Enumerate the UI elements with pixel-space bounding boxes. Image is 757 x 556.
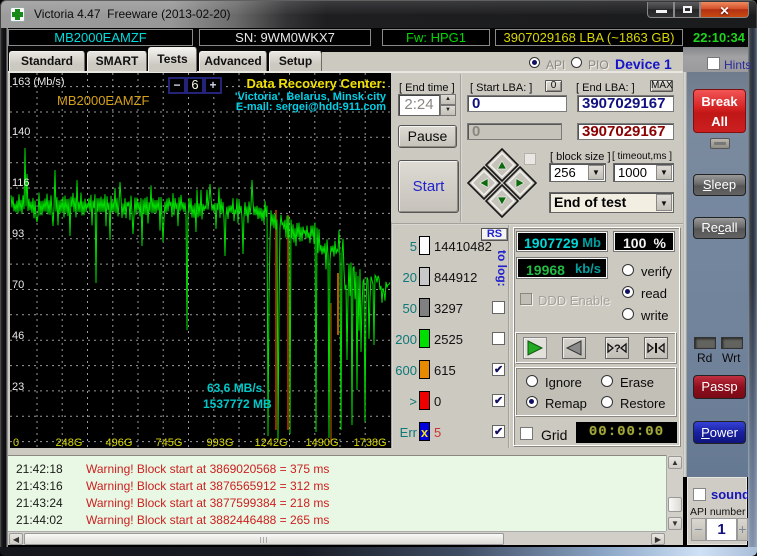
svg-text:23: 23 — [12, 381, 24, 393]
svg-text:?: ? — [614, 343, 621, 355]
svg-text:1242G: 1242G — [254, 437, 287, 448]
svg-text:93: 93 — [12, 228, 24, 240]
svg-text:E-mail: sergei@hdd-911.com: E-mail: sergei@hdd-911.com — [236, 101, 386, 113]
svg-text:46: 46 — [12, 330, 24, 342]
svg-text:116: 116 — [12, 177, 30, 189]
svg-text:163 (Mb/s): 163 (Mb/s) — [12, 76, 65, 88]
svg-text:Data Recovery Center:: Data Recovery Center: — [247, 76, 386, 91]
svg-text:1490G: 1490G — [305, 437, 338, 448]
svg-text:1738G: 1738G — [353, 437, 386, 448]
svg-text:745G: 745G — [156, 437, 183, 448]
svg-text:1537772 MB: 1537772 MB — [203, 397, 272, 411]
svg-text:63,6 MB/s: 63,6 MB/s — [207, 381, 263, 395]
svg-text:140: 140 — [12, 126, 30, 138]
svg-text:993G: 993G — [207, 437, 234, 448]
svg-text:70: 70 — [12, 279, 24, 291]
svg-text:496G: 496G — [106, 437, 133, 448]
svg-text:0: 0 — [13, 437, 19, 448]
svg-text:248G: 248G — [56, 437, 83, 448]
svg-text:MB2000EAMZF: MB2000EAMZF — [57, 93, 150, 108]
